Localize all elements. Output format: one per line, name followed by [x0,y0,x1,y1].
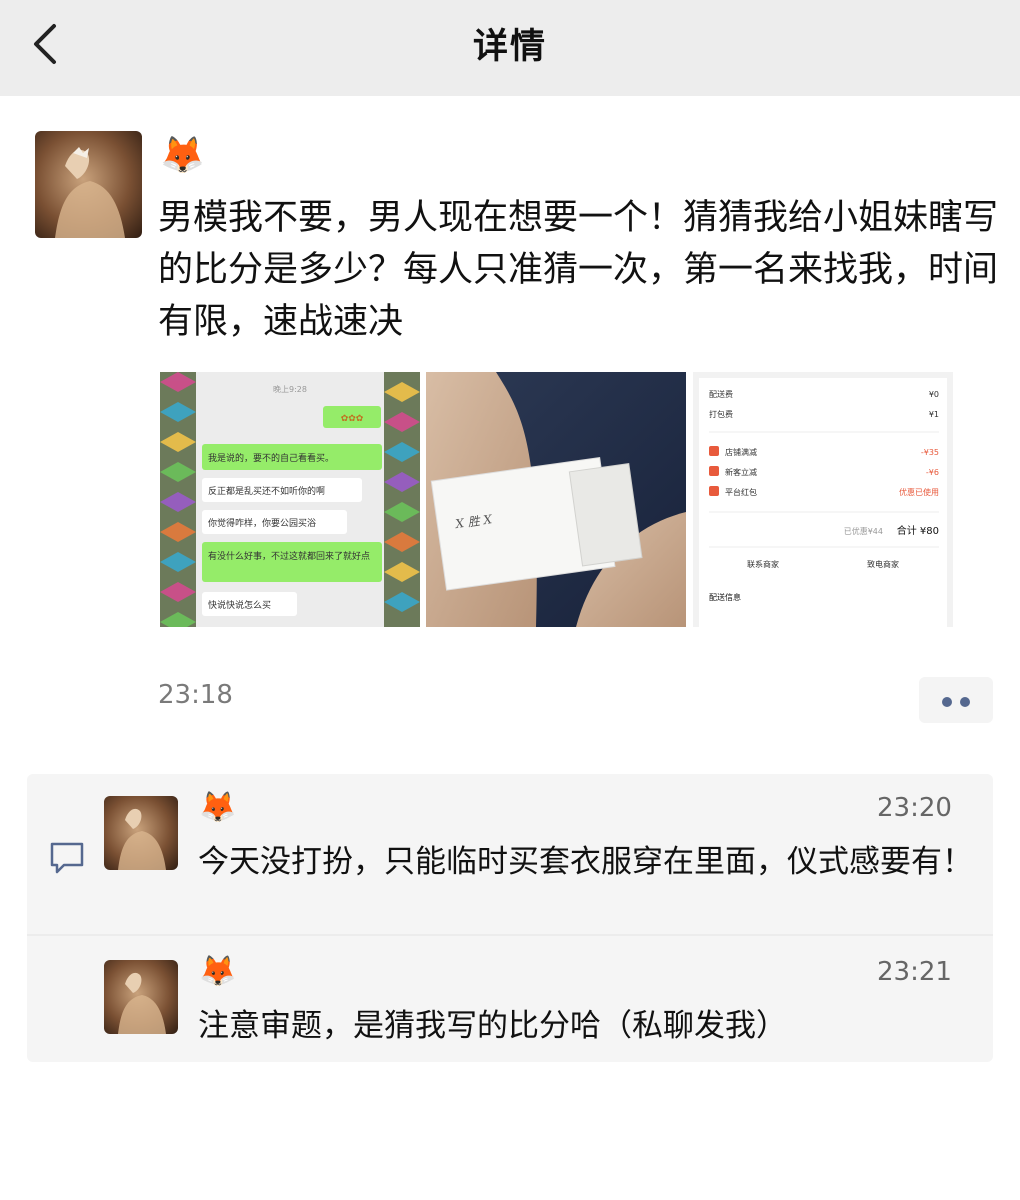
order-discount-label-3: 平台红包 [725,487,757,497]
order-total: 合计 ¥80 [897,524,939,537]
order-contact-merchant: 联系商家 [747,559,779,569]
post-timestamp: 23:18 [158,680,233,710]
comment-text[interactable]: 注意审题，是猜我写的比分哈（私聊发我） [198,1004,978,1049]
post-image-chat[interactable]: 晚上9:28 ✿✿✿ 我是说的，要不的自己看看买。 反正都是乱买还不如听你的啊 … [160,372,420,627]
order-row-value-2: ¥1 [929,410,939,419]
chat-bubble-1: 我是说的，要不的自己看看买。 [208,452,334,464]
order-discount-value-2: -¥6 [926,468,939,477]
comment-author-name[interactable]: 🦊 [199,957,236,987]
order-discount-value-1: -¥35 [921,448,939,457]
post-author-name[interactable]: 🦊 [160,138,205,174]
order-discount-label-1: 店铺满减 [725,447,757,457]
comment-text[interactable]: 今天没打扮，只能临时买套衣服穿在里面，仪式感要有！ [198,840,978,885]
more-dots-icon [942,697,952,707]
order-row-label-1: 配送费 [709,389,733,399]
more-dots-icon-dot [960,697,970,707]
comment-divider [27,934,993,936]
chat-time-header: 晚上9:28 [273,384,307,394]
post-image-order[interactable]: 配送费 ¥0 打包费 ¥1 店铺满减 -¥35 新客立减 -¥6 平台红包 优惠… [693,372,953,627]
order-call-merchant: 致电商家 [867,559,899,569]
comment-avatar[interactable] [104,796,178,870]
chat-sticker: ✿✿✿ [341,414,364,424]
comment-author-name[interactable]: 🦊 [199,793,236,823]
chat-bubble-5: 快说快说怎么买 [208,599,271,611]
comment-timestamp: 23:21 [877,957,952,987]
chat-bubble-3: 你觉得咋样，你要公园买浴 [208,517,316,529]
order-discount-value-3: 优惠已使用 [899,487,939,497]
comment-bubble-icon [48,840,86,876]
nav-bar: 详情 [0,0,1020,96]
post-image-note[interactable]: X 胜 X [426,372,686,627]
order-row-value-1: ¥0 [929,390,939,399]
chat-bubble-4: 有没什么好事，不过这就都回来了就好点 [208,550,370,562]
post-author-avatar[interactable] [35,131,142,238]
more-actions-button[interactable] [919,677,993,723]
post-content: 男模我不要，男人现在想要一个！猜猜我给小姐妹瞎写的比分是多少？每人只准猜一次，第… [158,198,999,342]
comment-avatar[interactable] [104,960,178,1034]
order-section-title: 配送信息 [709,592,741,602]
comment-timestamp: 23:20 [877,793,952,823]
order-discount-label-2: 新客立减 [725,467,757,477]
order-subtotal: 已优惠¥44 [844,526,883,536]
chat-bubble-2: 反正都是乱买还不如听你的啊 [208,485,325,497]
page-title: 详情 [472,27,547,67]
order-row-label-2: 打包费 [709,409,733,419]
